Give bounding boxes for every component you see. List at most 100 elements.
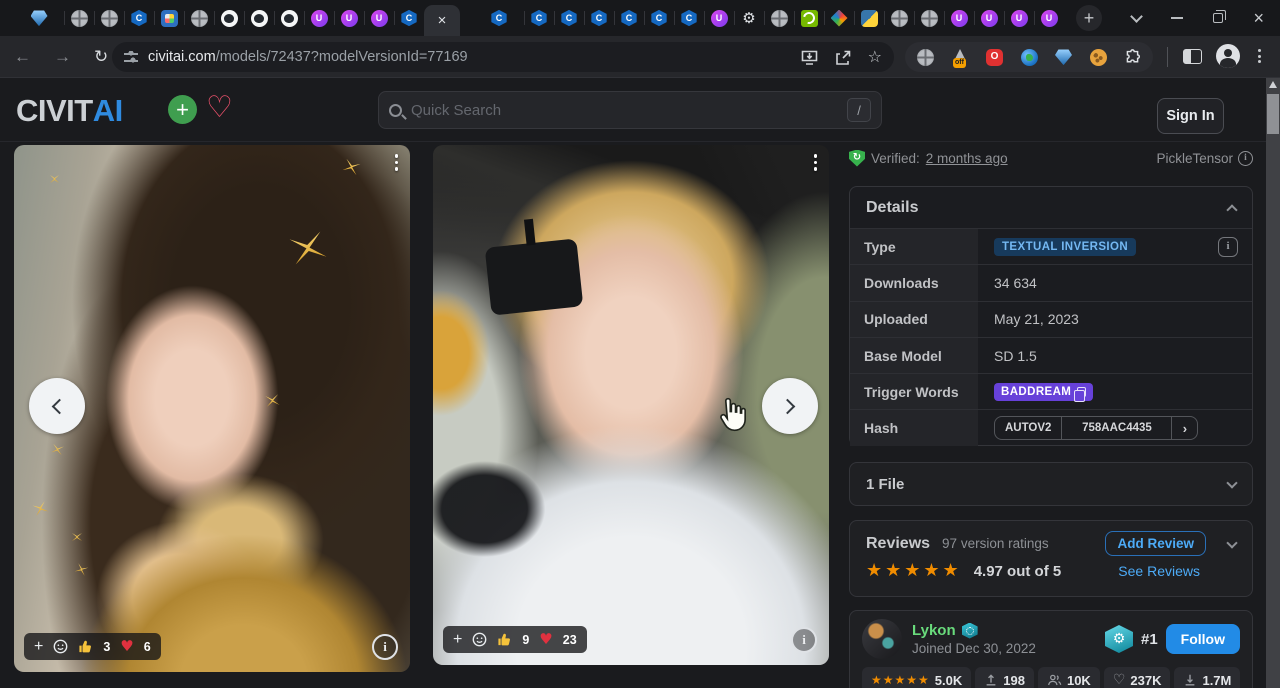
extension-cookie-icon[interactable] — [1090, 49, 1107, 66]
pinned-tab-gem[interactable] — [24, 8, 54, 28]
thumbs-up-icon[interactable] — [497, 632, 512, 647]
pinned-tab-civitai[interactable] — [674, 8, 704, 28]
window-close-button[interactable]: × — [1253, 13, 1264, 23]
civitai-favicon — [681, 10, 698, 27]
add-review-button[interactable]: Add Review — [1105, 531, 1206, 556]
scrollbar-thumb[interactable] — [1267, 94, 1279, 134]
share-icon[interactable] — [835, 50, 851, 65]
sign-in-button[interactable]: Sign In — [1157, 98, 1224, 134]
pinned-tab-ultra[interactable] — [364, 8, 394, 28]
page-scrollbar[interactable] — [1266, 78, 1280, 688]
pinned-tab-civitai[interactable] — [394, 8, 424, 28]
hash-pill[interactable]: AUTOV2 758AAC4435 › — [994, 416, 1198, 440]
emoji-reaction-icon[interactable] — [53, 639, 68, 654]
pinned-tab-gear[interactable] — [734, 8, 764, 28]
heart-reaction-icon[interactable]: ♥ — [120, 639, 133, 654]
follow-button[interactable]: Follow — [1166, 624, 1240, 654]
carousel-next-button[interactable] — [762, 378, 818, 434]
pinned-tab-python[interactable] — [854, 8, 884, 28]
pinned-tab-ultra[interactable] — [334, 8, 364, 28]
tab-search-chevron-icon[interactable] — [1131, 10, 1144, 23]
emoji-reaction-icon[interactable] — [472, 632, 487, 647]
image-info-icon[interactable]: i — [791, 627, 817, 653]
creator-name-link[interactable]: Lykon — [912, 622, 956, 639]
browser-profile-avatar[interactable] — [1216, 44, 1240, 68]
create-plus-button[interactable]: + — [168, 95, 197, 124]
pinned-tab-civitai[interactable] — [584, 8, 614, 28]
tab-close-icon[interactable]: × — [438, 12, 447, 29]
trigger-word-badge[interactable]: BADDREAM — [994, 383, 1093, 401]
add-reaction-button[interactable]: + — [453, 632, 462, 648]
creator-avatar[interactable] — [862, 619, 902, 659]
new-tab-button[interactable]: + — [1076, 5, 1102, 31]
chevron-up-icon[interactable] — [1226, 204, 1237, 215]
hash-type-label: AUTOV2 — [995, 417, 1061, 439]
pinned-tab-civitai[interactable] — [644, 8, 674, 28]
extension-opera-icon[interactable] — [986, 49, 1003, 66]
address-bar[interactable]: civitai.com/models/72437?modelVersionId=… — [112, 42, 894, 72]
pinned-tab-globe[interactable] — [884, 8, 914, 28]
pinned-tab-ultra[interactable] — [944, 8, 974, 28]
pinned-tab-civitai[interactable] — [484, 8, 514, 28]
pinned-tab-ultra[interactable] — [1004, 8, 1034, 28]
pinned-tab-github[interactable] — [244, 8, 274, 28]
back-button[interactable]: ← — [14, 47, 31, 67]
pinned-tab-civitai[interactable] — [124, 8, 154, 28]
pinned-tab-nvidia[interactable] — [794, 8, 824, 28]
image-menu-icon[interactable] — [814, 154, 818, 171]
reload-button[interactable]: ↻ — [94, 47, 108, 67]
pinned-tab-ultra[interactable] — [304, 8, 334, 28]
thumbs-up-icon[interactable] — [78, 639, 93, 654]
pinned-tab-ultra[interactable] — [974, 8, 1004, 28]
extension-wind-off-icon[interactable]: off — [952, 49, 969, 66]
pinned-tab-ultra[interactable] — [704, 8, 734, 28]
extension-gem-icon[interactable] — [1055, 49, 1072, 66]
pinned-tab-globe[interactable] — [64, 8, 94, 28]
type-info-icon[interactable]: i — [1218, 237, 1238, 257]
pinned-tab-globe[interactable] — [914, 8, 944, 28]
pinned-tab-civitai[interactable] — [614, 8, 644, 28]
search-bar[interactable]: / — [378, 91, 882, 129]
window-restore-button[interactable] — [1213, 13, 1223, 23]
pinned-tab-globe[interactable] — [764, 8, 794, 28]
heart-reaction-icon[interactable]: ♥ — [539, 632, 552, 647]
active-tab[interactable]: × — [424, 5, 460, 36]
civitai-logo[interactable]: CIVITAI — [16, 93, 123, 129]
install-app-icon[interactable] — [801, 50, 818, 65]
extensions-puzzle-icon[interactable] — [1124, 49, 1141, 66]
pinned-tab-store[interactable] — [154, 8, 184, 28]
chevron-down-icon[interactable] — [1226, 537, 1237, 548]
files-accordion[interactable]: 1 File — [849, 462, 1253, 506]
extension-earth-icon[interactable] — [1021, 49, 1038, 66]
format-info-icon[interactable]: i — [1238, 151, 1253, 166]
see-reviews-link[interactable]: See Reviews — [1118, 563, 1200, 579]
image-menu-icon[interactable] — [395, 154, 399, 171]
image-info-icon[interactable]: i — [372, 634, 398, 660]
copy-icon[interactable] — [1077, 387, 1086, 397]
scrollbar-up-arrow[interactable] — [1269, 81, 1277, 88]
pinned-tab-globe[interactable] — [94, 8, 124, 28]
favorites-heart-icon[interactable]: ♡ — [206, 90, 233, 125]
url-text[interactable]: civitai.com/models/72437?modelVersionId=… — [148, 49, 468, 65]
add-reaction-button[interactable]: + — [34, 639, 43, 655]
extension-globe-icon[interactable] — [917, 49, 934, 66]
pinned-tab-diamond[interactable] — [824, 8, 854, 28]
search-input[interactable] — [411, 102, 838, 119]
verified-time-link[interactable]: 2 months ago — [926, 151, 1008, 166]
hash-value[interactable]: 758AAC4435 — [1061, 417, 1171, 439]
window-minimize-button[interactable] — [1171, 17, 1183, 19]
pinned-tab-github[interactable] — [214, 8, 244, 28]
carousel-prev-button[interactable] — [29, 378, 85, 434]
browser-menu-icon[interactable] — [1258, 49, 1261, 63]
pinned-tab-civitai[interactable] — [524, 8, 554, 28]
bookmark-star-icon[interactable]: ☆ — [868, 49, 882, 65]
pinned-tab-civitai[interactable] — [554, 8, 584, 28]
pinned-tab-ultra[interactable] — [1034, 8, 1064, 28]
hash-expand-chevron-icon[interactable]: › — [1171, 417, 1197, 439]
side-panel-icon[interactable] — [1183, 49, 1202, 64]
site-info-icon[interactable] — [124, 51, 138, 63]
type-badge[interactable]: TEXTUAL INVERSION — [994, 238, 1136, 256]
forward-button[interactable]: → — [54, 47, 71, 67]
pinned-tab-github[interactable] — [274, 8, 304, 28]
pinned-tab-globe[interactable] — [184, 8, 214, 28]
